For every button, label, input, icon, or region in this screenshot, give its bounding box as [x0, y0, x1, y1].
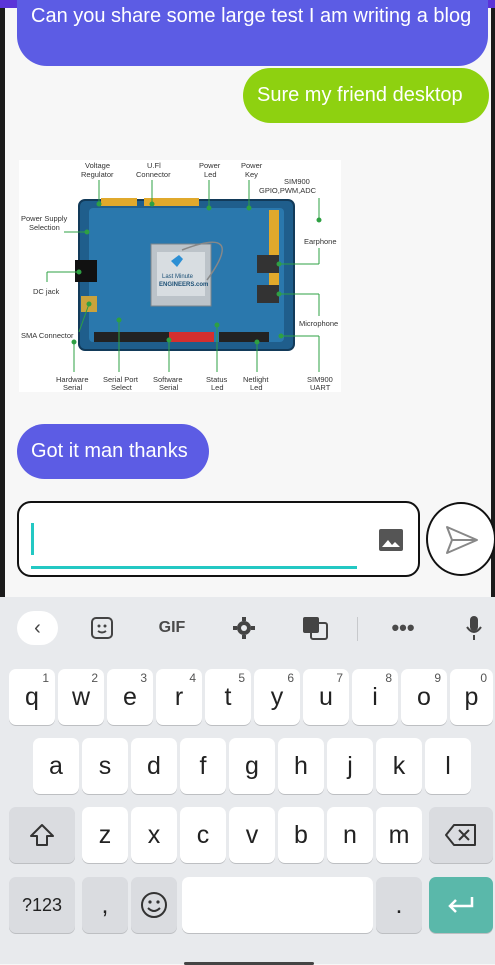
- key-g[interactable]: g: [229, 738, 275, 794]
- enter-icon: [448, 897, 474, 913]
- screen-edge-right: [491, 8, 495, 598]
- period-key[interactable]: .: [376, 877, 422, 933]
- key-a[interactable]: a: [33, 738, 79, 794]
- svg-text:UART: UART: [310, 383, 331, 392]
- soft-keyboard: ‹ GIF ••• q1 w2 e3 r4 t5 y6 u7 i8 o9 p0 …: [0, 597, 495, 964]
- svg-text:Voltage: Voltage: [85, 161, 110, 170]
- message-bubble-incoming[interactable]: Got it man thanks: [17, 424, 209, 479]
- enter-key[interactable]: [429, 877, 493, 933]
- space-key[interactable]: [182, 877, 373, 933]
- svg-text:Earphone: Earphone: [304, 237, 337, 246]
- key-m[interactable]: m: [376, 807, 422, 863]
- key-t[interactable]: t5: [205, 669, 251, 725]
- svg-text:Led: Led: [250, 383, 263, 392]
- key-h[interactable]: h: [278, 738, 324, 794]
- comma-key[interactable]: ,: [82, 877, 128, 933]
- key-x[interactable]: x: [131, 807, 177, 863]
- key-q[interactable]: q1: [9, 669, 55, 725]
- message-text: Sure my friend desktop: [257, 84, 463, 106]
- svg-text:SMA Connector: SMA Connector: [21, 331, 74, 340]
- key-s[interactable]: s: [82, 738, 128, 794]
- symbols-key[interactable]: ?123: [9, 877, 75, 933]
- message-bubble-incoming[interactable]: Can you share some large test I am writi…: [17, 0, 488, 66]
- key-u[interactable]: u7: [303, 669, 349, 725]
- shift-icon: [30, 824, 54, 846]
- key-f[interactable]: f: [180, 738, 226, 794]
- svg-text:Power: Power: [199, 161, 221, 170]
- more-icon[interactable]: •••: [386, 611, 420, 645]
- svg-text:Regulator: Regulator: [81, 170, 114, 179]
- svg-text:Power Supply: Power Supply: [21, 214, 68, 223]
- svg-text:U.Fl: U.Fl: [147, 161, 161, 170]
- gear-icon[interactable]: [230, 611, 258, 645]
- shift-key[interactable]: [9, 807, 75, 863]
- emoji-icon: [141, 892, 167, 918]
- key-d[interactable]: d: [131, 738, 177, 794]
- svg-text:Select: Select: [111, 383, 133, 392]
- text-cursor: [31, 523, 34, 555]
- key-o[interactable]: o9: [401, 669, 447, 725]
- key-r[interactable]: r4: [156, 669, 202, 725]
- key-i[interactable]: i8: [352, 669, 398, 725]
- svg-text:Serial: Serial: [63, 383, 83, 392]
- key-c[interactable]: c: [180, 807, 226, 863]
- key-j[interactable]: j: [327, 738, 373, 794]
- svg-text:Last Minute: Last Minute: [162, 274, 194, 280]
- translate-icon[interactable]: [300, 611, 330, 645]
- key-w[interactable]: w2: [58, 669, 104, 725]
- svg-text:ENGINEERS.com: ENGINEERS.com: [159, 282, 208, 288]
- key-b[interactable]: b: [278, 807, 324, 863]
- svg-text:DC jack: DC jack: [33, 287, 60, 296]
- svg-text:Serial: Serial: [159, 383, 179, 392]
- svg-text:Led: Led: [204, 170, 217, 179]
- microphone-icon[interactable]: [462, 611, 486, 645]
- backspace-key[interactable]: [429, 807, 493, 863]
- message-text: Got it man thanks: [31, 440, 188, 462]
- sticker-icon[interactable]: [88, 611, 116, 645]
- svg-text:Key: Key: [245, 170, 258, 179]
- svg-text:Microphone: Microphone: [299, 319, 338, 328]
- key-l[interactable]: l: [425, 738, 471, 794]
- key-k[interactable]: k: [376, 738, 422, 794]
- svg-text:Connector: Connector: [136, 170, 171, 179]
- message-bubble-outgoing[interactable]: Sure my friend desktop: [243, 68, 489, 123]
- screen-edge-left: [0, 8, 5, 598]
- svg-text:Power: Power: [241, 161, 263, 170]
- message-input[interactable]: [17, 501, 420, 577]
- send-button[interactable]: [426, 502, 495, 576]
- svg-text:GPIO,PWM,ADC: GPIO,PWM,ADC: [259, 186, 317, 195]
- chevron-left-icon[interactable]: ‹: [17, 611, 58, 645]
- svg-text:SIM900: SIM900: [284, 177, 310, 186]
- key-y[interactable]: y6: [254, 669, 300, 725]
- toolbar-separator: [357, 617, 358, 641]
- keyboard-toolbar: ‹ GIF •••: [0, 597, 495, 660]
- send-icon: [446, 526, 478, 554]
- gif-button[interactable]: GIF: [152, 611, 192, 645]
- message-text: Can you share some large test I am writi…: [31, 5, 472, 27]
- key-z[interactable]: z: [82, 807, 128, 863]
- backspace-icon: [445, 824, 476, 846]
- key-e[interactable]: e3: [107, 669, 153, 725]
- key-n[interactable]: n: [327, 807, 373, 863]
- shared-image[interactable]: Last Minute ENGINEERS.com Voltage Regulat…: [19, 160, 341, 392]
- key-p[interactable]: p0: [450, 669, 493, 725]
- svg-text:Led: Led: [211, 383, 224, 392]
- svg-text:Selection: Selection: [29, 223, 60, 232]
- key-v[interactable]: v: [229, 807, 275, 863]
- input-underline: [31, 566, 357, 569]
- emoji-key[interactable]: [131, 877, 177, 933]
- image-attach-icon[interactable]: [379, 529, 403, 551]
